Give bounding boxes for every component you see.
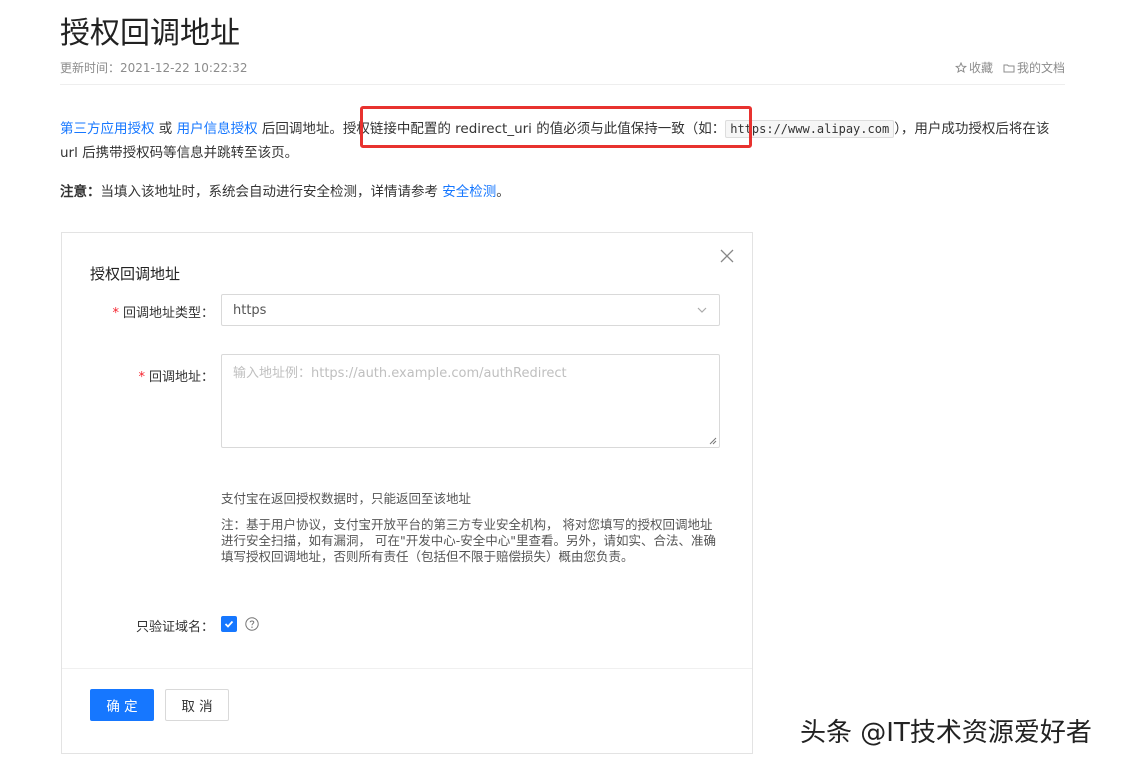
callback-url-textarea[interactable]: 输入地址例：https://auth.example.com/authRedir… — [221, 354, 720, 448]
updated-time: 更新时间：2021-12-22 10:22:32 — [60, 61, 248, 75]
url-placeholder: 输入地址例：https://auth.example.com/authRedir… — [233, 366, 567, 381]
check-icon — [224, 620, 234, 628]
header-divider — [60, 84, 1065, 85]
resize-handle-icon[interactable] — [709, 437, 717, 445]
cancel-button[interactable]: 取 消 — [165, 689, 229, 721]
select-value: https — [233, 302, 267, 318]
my-docs-label: 我的文档 — [1016, 61, 1065, 75]
folder-icon — [1003, 64, 1015, 72]
favorite-button[interactable]: 收藏 — [954, 59, 993, 76]
confirm-button[interactable]: 确 定 — [90, 689, 154, 721]
callback-url-modal: 授权回调地址 * 回调地址类型： https * 回调地址： 输入地址例：https… — [61, 232, 753, 754]
doc-actions: 收藏 我的文档 — [954, 59, 1065, 76]
question-icon[interactable] — [244, 616, 260, 632]
star-icon — [954, 61, 967, 73]
security-check-link[interactable]: 安全检测 — [442, 184, 496, 200]
my-docs-link[interactable]: 我的文档 — [1003, 59, 1065, 76]
modal-footer-divider — [62, 668, 752, 669]
page-title: 授权回调地址 — [60, 16, 240, 51]
note-paragraph: 注意：当填入该地址时，系统会自动进行安全检测，详情请参考 安全检测。 — [60, 180, 510, 200]
security-scan-help: 注：基于用户协议，支付宝开放平台的第三方专业安全机构， 将对您填写的授权回调地址… — [221, 517, 716, 564]
user-info-auth-link[interactable]: 用户信息授权 — [177, 121, 258, 137]
domain-only-checkbox[interactable] — [221, 616, 237, 632]
note-prefix: 注意： — [60, 184, 101, 200]
watermark: 头条 @IT技术资源爱好者 — [800, 718, 1092, 748]
url-label: * 回调地址： — [138, 370, 214, 385]
domain-only-label: 只验证域名： — [135, 620, 214, 635]
note-text: 当填入该地址时，系统会自动进行安全检测，详情请参考 — [100, 184, 443, 200]
return-address-help: 支付宝在返回授权数据时，只能返回至该地址 — [221, 491, 472, 506]
third-party-auth-link[interactable]: 第三方应用授权 — [60, 121, 155, 137]
favorite-label: 收藏 — [968, 61, 993, 75]
close-icon[interactable] — [718, 247, 736, 265]
intro-or: 或 — [154, 121, 177, 137]
type-label: * 回调地址类型： — [112, 306, 214, 321]
chevron-down-icon — [697, 307, 707, 313]
meta-row: 更新时间：2021-12-22 10:22:32 收藏 我的文档 — [60, 59, 1065, 75]
note-suffix: 。 — [496, 184, 510, 200]
callback-type-select[interactable]: https — [221, 294, 720, 326]
modal-title: 授权回调地址 — [90, 265, 181, 283]
highlight-annotation — [360, 106, 752, 148]
